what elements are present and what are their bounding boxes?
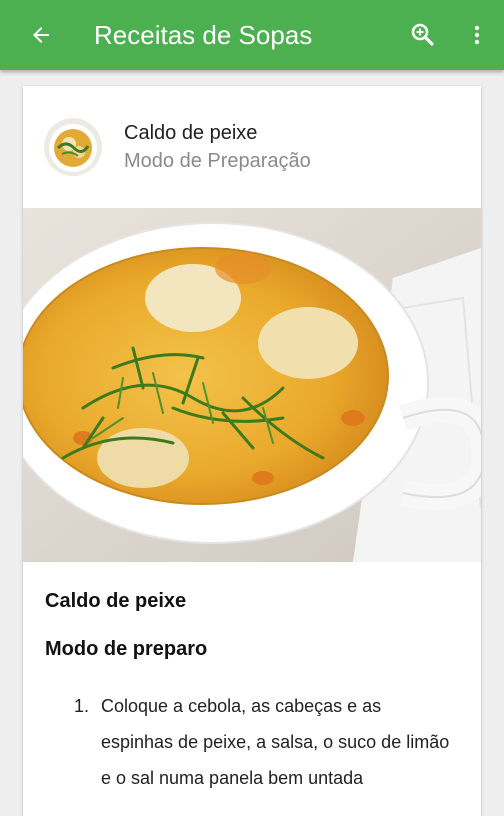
more-vert-icon	[474, 25, 480, 45]
arrow-left-icon	[33, 27, 49, 43]
recipe-title: Caldo de peixe	[45, 590, 187, 612]
app-title: Receitas de Sopas	[94, 19, 313, 50]
search-button[interactable]	[396, 0, 450, 70]
fish-soup-photo	[23, 208, 481, 562]
back-button[interactable]	[6, 0, 76, 70]
card-header[interactable]: Caldo de peixe Modo de Preparação	[23, 86, 481, 208]
steps-list: 1. Coloque a cebola, as cabeças e as esp…	[45, 688, 459, 796]
step-number: 1.	[73, 696, 89, 716]
app-bar: Receitas de Sopas	[0, 0, 504, 70]
recipe-card: Caldo de peixe Modo de Preparação Caldo …	[23, 86, 481, 816]
overflow-menu-button[interactable]	[450, 0, 504, 70]
step-text: Coloque a cebola, as cabeças e as espinh…	[101, 696, 450, 788]
card-subtitle: Modo de Preparação	[124, 150, 311, 172]
zoom-search-icon	[411, 23, 434, 46]
list-item: 1. Coloque a cebola, as cabeças e as esp…	[45, 688, 459, 796]
card-title: Caldo de peixe	[124, 122, 258, 144]
recipe-avatar	[44, 118, 102, 176]
section-title: Modo de preparo	[45, 638, 208, 660]
